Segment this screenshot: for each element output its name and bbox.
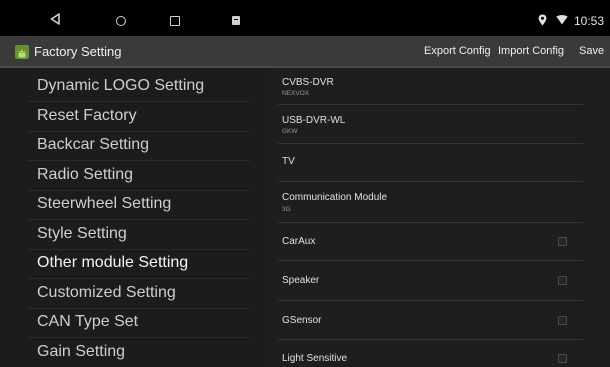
menu-item-label: Style Setting xyxy=(37,225,127,242)
menu-item-label: Backcar Setting xyxy=(37,136,150,153)
settings-menu: Dynamic LOGO Setting Reset Factory Backc… xyxy=(0,68,270,367)
menu-item-label: Reset Factory xyxy=(37,107,137,124)
setting-row-speaker[interactable]: Speaker xyxy=(278,261,583,301)
setting-row-tv[interactable]: TV xyxy=(278,144,583,182)
setting-title: Communication Module xyxy=(282,192,388,203)
setting-title: TV xyxy=(282,156,295,167)
menu-item-label: Radio Setting xyxy=(37,166,134,183)
menu-item-dynamic-logo[interactable]: Dynamic LOGO Setting xyxy=(28,72,250,102)
menu-item-reset-factory[interactable]: Reset Factory xyxy=(28,102,250,132)
location-icon xyxy=(538,14,547,26)
menu-item-label: CAN Type Set xyxy=(37,313,139,330)
menu-item-backcar[interactable]: Backcar Setting xyxy=(28,131,250,161)
settings-panel: CVBS-DVR NEXVOX USB-DVR-WL GKW TV Commun… xyxy=(270,68,610,367)
import-config-button[interactable]: Import Config xyxy=(498,45,564,57)
menu-item-label: Dynamic LOGO Setting xyxy=(37,77,205,94)
home-icon[interactable] xyxy=(116,16,126,26)
setting-title: GSensor xyxy=(282,315,322,326)
setting-value: 3G xyxy=(282,206,291,213)
setting-value: NEXVOX xyxy=(282,90,310,97)
setting-row-gsensor[interactable]: GSensor xyxy=(278,301,583,340)
gsensor-checkbox[interactable] xyxy=(558,316,567,325)
caraux-checkbox[interactable] xyxy=(558,237,567,246)
menu-item-steerwheel[interactable]: Steerwheel Setting xyxy=(28,190,250,220)
setting-value: GKW xyxy=(282,128,298,135)
light-sensitive-checkbox[interactable] xyxy=(558,354,567,363)
setting-title: Light Sensitive xyxy=(282,353,348,364)
export-config-button[interactable]: Export Config xyxy=(424,45,491,57)
speaker-checkbox[interactable] xyxy=(558,276,567,285)
notification-icon xyxy=(232,16,240,25)
setting-row-caraux[interactable]: CarAux xyxy=(278,223,583,261)
wifi-icon xyxy=(556,15,568,25)
setting-title: USB-DVR-WL xyxy=(282,115,346,126)
menu-item-label: Customized Setting xyxy=(37,284,176,301)
setting-title: CVBS-DVR xyxy=(282,77,334,88)
menu-item-label: Steerwheel Setting xyxy=(37,195,172,212)
menu-item-other-module[interactable]: Other module Setting xyxy=(28,249,250,279)
setting-row-light-sensitive[interactable]: Light Sensitive xyxy=(278,340,583,367)
setting-row-cvbs-dvr[interactable]: CVBS-DVR NEXVOX xyxy=(278,68,583,105)
menu-item-label: Gain Setting xyxy=(37,343,126,360)
setting-title: CarAux xyxy=(282,236,316,247)
setting-row-usb-dvr-wl[interactable]: USB-DVR-WL GKW xyxy=(278,105,583,144)
setting-row-communication-module[interactable]: Communication Module 3G xyxy=(278,182,583,223)
back-icon[interactable] xyxy=(50,13,60,25)
android-app-icon xyxy=(15,45,29,59)
setting-title: Speaker xyxy=(282,275,320,286)
save-button[interactable]: Save xyxy=(579,45,604,57)
page-title: Factory Setting xyxy=(34,44,122,59)
menu-item-label: Other module Setting xyxy=(37,254,189,271)
menu-item-can-type[interactable]: CAN Type Set xyxy=(28,308,250,338)
status-bar: 10:53 xyxy=(0,0,610,36)
recent-apps-icon[interactable] xyxy=(170,16,180,26)
menu-item-radio[interactable]: Radio Setting xyxy=(28,161,250,191)
menu-item-style[interactable]: Style Setting xyxy=(28,220,250,250)
menu-item-gain[interactable]: Gain Setting xyxy=(28,338,250,367)
menu-item-customized[interactable]: Customized Setting xyxy=(28,279,250,309)
clock: 10:53 xyxy=(574,14,605,28)
action-bar: Factory Setting Export Config Import Con… xyxy=(0,36,610,68)
